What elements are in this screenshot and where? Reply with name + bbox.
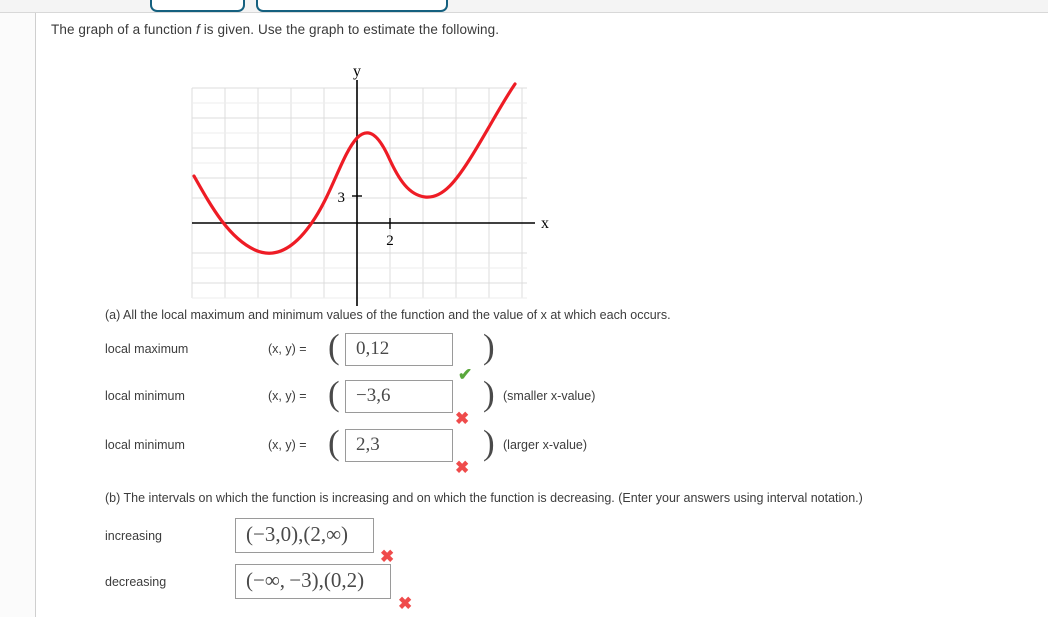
open-paren: ( (328, 423, 340, 462)
y-axis-label: y (353, 63, 361, 80)
row-hint: (larger x-value) (503, 438, 588, 452)
answer-row-local-maximum: local maximum (x, y) = ( 0,12 ✔ ) (105, 327, 665, 383)
xy-equals-label: (x, y) = (268, 389, 307, 403)
row-label: decreasing (105, 575, 167, 589)
y-tick-label-3: 3 (338, 190, 346, 206)
xy-equals-label: (x, y) = (268, 342, 307, 356)
grid-lines-faint (192, 102, 527, 299)
answer-row-decreasing: decreasing (−∞, −3),(0,2) ✖ (105, 564, 505, 612)
local-minimum-larger-input[interactable]: 2,3 (345, 429, 453, 462)
close-paren: ) (483, 327, 495, 366)
incorrect-cross-icon: ✖ (380, 547, 395, 566)
increasing-input[interactable]: (−3,0),(2,∞) (235, 518, 374, 553)
x-axis-label: x (541, 215, 549, 232)
graph-svg: y x 3 2 (191, 63, 549, 306)
part-a-text: (a) All the local maximum and minimum va… (105, 308, 671, 322)
row-hint: (smaller x-value) (503, 389, 596, 403)
xy-equals-label: (x, y) = (268, 438, 307, 452)
answer-row-increasing: increasing (−3,0),(2,∞) ✖ (105, 518, 505, 565)
grid-lines (191, 87, 527, 298)
incorrect-cross-icon: ✖ (455, 458, 470, 477)
prompt-before: The graph of a function (51, 22, 196, 37)
open-paren: ( (328, 374, 340, 413)
function-curve (192, 82, 517, 255)
question-prompt: The graph of a function f is given. Use … (51, 22, 499, 37)
local-minimum-smaller-input[interactable]: −3,6 (345, 380, 453, 413)
row-label: increasing (105, 529, 162, 543)
part-b-text: (b) The intervals on which the function … (105, 491, 863, 505)
x-tick-label-2: 2 (386, 233, 394, 249)
row-label: local minimum (105, 438, 185, 452)
incorrect-cross-icon: ✖ (398, 594, 413, 613)
row-label: local minimum (105, 389, 185, 403)
decreasing-input[interactable]: (−∞, −3),(0,2) (235, 564, 391, 599)
incorrect-cross-icon: ✖ (455, 409, 470, 428)
row-label: local maximum (105, 342, 189, 356)
open-paren: ( (328, 327, 340, 366)
prompt-after: is given. Use the graph to estimate the … (199, 22, 500, 37)
left-rail (0, 13, 36, 617)
browser-tab-2[interactable] (256, 0, 448, 12)
local-maximum-input[interactable]: 0,12 (345, 333, 453, 366)
top-app-strip (0, 0, 1048, 13)
close-paren: ) (483, 423, 495, 462)
function-graph: y x 3 2 (137, 58, 557, 308)
browser-tab-1[interactable] (150, 0, 245, 12)
answer-row-local-minimum-smaller: local minimum (x, y) = ( −3,6 ✖ ) (small… (105, 374, 665, 427)
answer-row-local-minimum-larger: local minimum (x, y) = ( 2,3 ✖ ) (larger… (105, 423, 665, 476)
question-content: The graph of a function f is given. Use … (37, 13, 1048, 617)
close-paren: ) (483, 374, 495, 413)
